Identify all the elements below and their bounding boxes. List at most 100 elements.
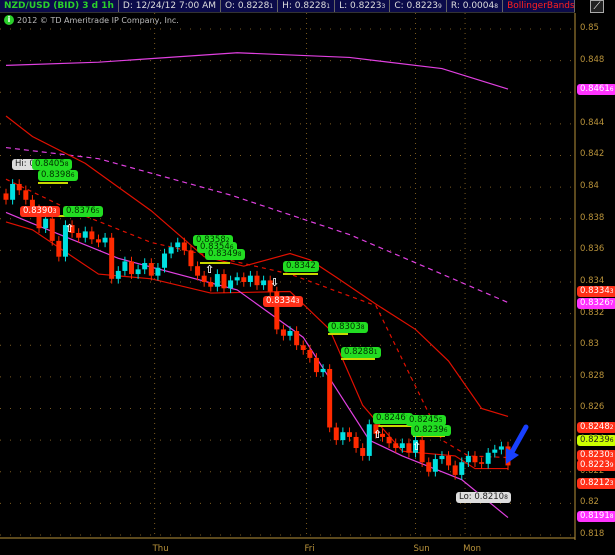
candle-down xyxy=(479,462,485,464)
candle-up xyxy=(102,237,108,243)
candle-down xyxy=(49,218,55,241)
price-tick-label: 0.82 xyxy=(580,497,599,508)
ma-top-line xyxy=(5,52,509,90)
low-label: Lo: 0.82108 xyxy=(456,492,511,503)
candle-down xyxy=(472,455,478,463)
candle-down xyxy=(452,465,458,475)
candle-down xyxy=(313,357,319,373)
price-badge: 0.82482 xyxy=(577,421,615,433)
price-tick-label: 0.818 xyxy=(580,528,605,539)
price-badge: 0.82123 xyxy=(577,478,615,490)
candle-up xyxy=(399,443,405,449)
candle-down xyxy=(181,242,187,251)
study-label-chip: 0.8342 xyxy=(283,261,319,272)
candle-up xyxy=(115,270,121,279)
study-label-chip: 0.82396 xyxy=(411,425,451,436)
candle-down xyxy=(505,446,511,466)
candle-up xyxy=(366,424,372,456)
candle-down xyxy=(307,349,313,358)
candle-up xyxy=(10,183,16,200)
candle-down xyxy=(3,193,9,200)
candle-down xyxy=(195,266,201,276)
candle-down xyxy=(201,275,207,282)
candle-down xyxy=(148,263,154,276)
candle-down xyxy=(16,183,22,191)
candle-up xyxy=(261,280,267,286)
study-label-chip: 0.82881 xyxy=(341,347,381,358)
candle-up xyxy=(122,261,128,271)
candle-down xyxy=(333,427,339,441)
candle-up xyxy=(175,242,181,248)
candle-down xyxy=(406,443,412,453)
candle-down xyxy=(300,345,306,350)
price-tick-label: 0.826 xyxy=(580,402,605,413)
study-label-chip: 0.83498 xyxy=(205,249,245,260)
sell-arrow-icon: ⇩ xyxy=(270,276,280,289)
price-tick-label: 0.838 xyxy=(580,212,605,223)
candle-up xyxy=(439,455,445,460)
candle-down xyxy=(188,250,194,267)
buy-arrow-icon: ⇧ xyxy=(65,222,75,235)
candle-down xyxy=(129,261,134,275)
candle-down xyxy=(393,443,399,449)
price-tick-label: 0.848 xyxy=(580,54,605,65)
price-chart[interactable] xyxy=(0,0,615,555)
candle-up xyxy=(287,331,293,336)
candle-up xyxy=(340,432,346,441)
candle-up xyxy=(492,449,498,453)
candle-down xyxy=(89,231,95,240)
candle-down xyxy=(353,436,359,449)
price-tick-label: 0.834 xyxy=(580,275,605,286)
candle-up xyxy=(459,462,465,475)
candle-down xyxy=(254,275,260,286)
price-badge: 0.82239 xyxy=(577,460,615,472)
candle-down xyxy=(360,448,366,456)
candle-down xyxy=(208,281,214,287)
study-label-chip: 0.84058 xyxy=(32,159,72,170)
candle-down xyxy=(280,329,286,336)
candle-up xyxy=(465,455,471,463)
candle-up xyxy=(432,459,438,472)
candle-up xyxy=(82,231,88,238)
candle-up xyxy=(162,253,168,268)
day-label: Fri xyxy=(304,544,315,554)
candle-up xyxy=(168,247,174,254)
candle-down xyxy=(426,462,432,472)
price-tick-label: 0.85 xyxy=(580,23,599,33)
study-label-chip: 0.83765 xyxy=(63,206,103,217)
candle-up xyxy=(214,274,220,287)
candle-down xyxy=(76,232,82,238)
price-badge: 0.84616 xyxy=(577,84,615,96)
candle-down xyxy=(221,274,227,289)
price-tick-label: 0.832 xyxy=(580,307,605,318)
candle-down xyxy=(109,237,115,279)
candle-up xyxy=(155,267,161,276)
candle-up xyxy=(498,446,504,450)
day-label: Thu xyxy=(152,544,169,554)
candle-up xyxy=(485,452,491,464)
candle-up xyxy=(320,368,326,373)
price-badge: 0.83343 xyxy=(577,285,615,297)
candle-down xyxy=(241,277,247,282)
price-tick-label: 0.828 xyxy=(580,370,605,381)
candle-up xyxy=(135,269,141,275)
candle-down xyxy=(346,432,352,437)
price-tick-label: 0.842 xyxy=(580,149,605,160)
candle-up xyxy=(142,263,148,270)
candle-up xyxy=(43,218,49,229)
study-label-chip: 0.83986 xyxy=(38,170,78,181)
candle-up xyxy=(228,280,234,289)
candle-down xyxy=(294,331,300,346)
candle-down xyxy=(327,368,333,428)
price-tick-label: 0.844 xyxy=(580,117,605,128)
candle-down xyxy=(446,455,452,466)
buy-arrow-icon: ⇧ xyxy=(412,440,422,453)
day-label: Mon xyxy=(463,544,481,554)
candle-down xyxy=(23,190,29,200)
candle-down xyxy=(386,436,392,444)
price-badge: 0.82396 xyxy=(577,435,615,447)
candle-down xyxy=(95,239,101,243)
study-label-chip: 0.83038 xyxy=(328,322,368,333)
study-label-chip: 0.83903 xyxy=(20,206,60,217)
candle-up xyxy=(247,275,253,282)
